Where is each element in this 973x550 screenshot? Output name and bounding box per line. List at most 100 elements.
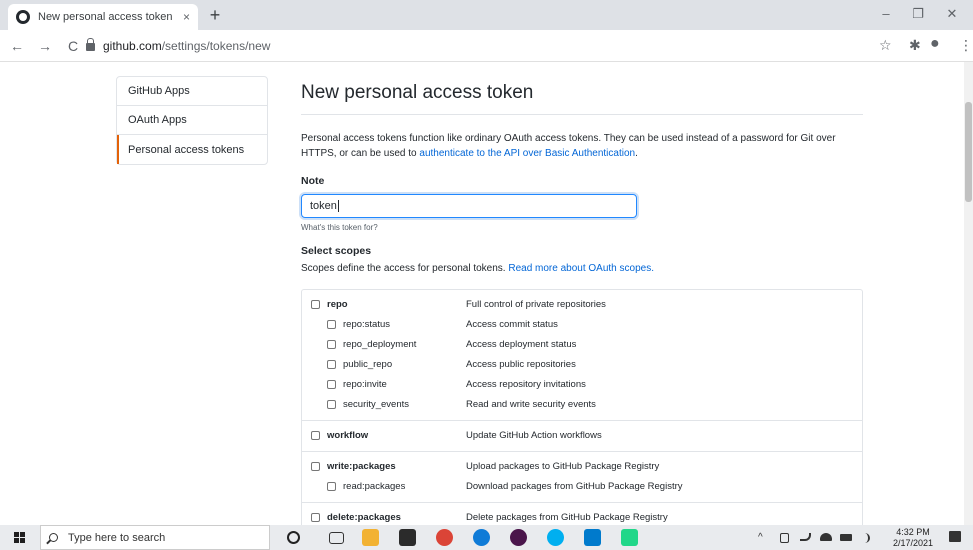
- scope-checkbox-read-packages[interactable]: [327, 482, 336, 491]
- reload-button[interactable]: C: [62, 38, 84, 54]
- edge-icon[interactable]: [473, 529, 490, 546]
- page-scrollbar[interactable]: [964, 62, 973, 525]
- back-button[interactable]: ←: [6, 38, 28, 54]
- close-window-button[interactable]: ✕: [942, 6, 962, 22]
- scope-row-repo-deployment: repo_deployment Access deployment status: [302, 336, 862, 356]
- scope-row-repo-invite: repo:invite Access repository invitation…: [302, 376, 862, 396]
- tray-pen-icon[interactable]: [800, 533, 811, 541]
- tab-close-icon[interactable]: ×: [183, 10, 190, 24]
- scope-name: write:packages: [327, 461, 396, 472]
- tray-device-icon[interactable]: [780, 533, 789, 543]
- scope-description: Access commit status: [466, 319, 558, 330]
- restore-button[interactable]: ❐: [908, 6, 928, 22]
- scope-name: read:packages: [343, 481, 406, 492]
- scope-name: workflow: [327, 430, 369, 441]
- note-label: Note: [301, 175, 325, 187]
- jetbrains-icon[interactable]: [399, 529, 416, 546]
- note-input[interactable]: token: [301, 194, 637, 218]
- scope-row-write-packages: write:packages Upload packages to GitHub…: [302, 458, 862, 478]
- scope-checkbox-repo-deployment[interactable]: [327, 340, 336, 349]
- scope-checkbox-repo[interactable]: [311, 300, 320, 309]
- taskbar-clock[interactable]: 4:32 PM 2/17/2021: [893, 527, 933, 549]
- bookmark-star-icon[interactable]: ☆: [879, 37, 892, 54]
- profile-icon[interactable]: ●: [930, 35, 940, 53]
- scope-checkbox-public-repo[interactable]: [327, 360, 336, 369]
- scope-group-repo: repo Full control of private repositorie…: [302, 290, 862, 421]
- cortana-icon[interactable]: [287, 531, 300, 544]
- taskbar-time: 4:32 PM: [896, 527, 930, 537]
- scope-row-workflow: workflow Update GitHub Action workflows: [302, 427, 862, 447]
- scope-name: repo: [327, 299, 348, 310]
- scope-checkbox-delete-packages[interactable]: [311, 513, 320, 522]
- page-title: New personal access token: [301, 82, 863, 115]
- scrollbar-thumb[interactable]: [965, 102, 972, 202]
- address-bar[interactable]: github.com/settings/tokens/new: [86, 33, 846, 58]
- scopes-list: repo Full control of private repositorie…: [301, 289, 863, 534]
- sidebar-item-personal-access-tokens[interactable]: Personal access tokens: [117, 135, 267, 164]
- windows-taskbar: Type here to search ^ 4:32 PM 2/17/2021: [0, 525, 973, 550]
- url-host: github.com: [103, 38, 162, 53]
- scopes-description: Scopes define the access for personal to…: [301, 263, 863, 274]
- scope-checkbox-repo-status[interactable]: [327, 320, 336, 329]
- scope-description: Read and write security events: [466, 399, 596, 410]
- scope-checkbox-security-events[interactable]: [327, 400, 336, 409]
- github-icon: [16, 10, 30, 24]
- basic-auth-link[interactable]: authenticate to the API over Basic Authe…: [419, 148, 635, 159]
- scope-description: Access public repositories: [466, 359, 576, 370]
- taskbar-search-input[interactable]: Type here to search: [40, 525, 270, 550]
- pycharm-icon[interactable]: [621, 529, 638, 546]
- scope-description: Download packages from GitHub Package Re…: [466, 481, 683, 492]
- scope-checkbox-workflow[interactable]: [311, 431, 320, 440]
- note-help-text: What's this token for?: [301, 223, 378, 232]
- task-view-icon[interactable]: [329, 532, 344, 544]
- scope-checkbox-repo-invite[interactable]: [327, 380, 336, 389]
- vscode-icon[interactable]: [584, 529, 601, 546]
- scope-row-repo-status: repo:status Access commit status: [302, 316, 862, 336]
- oauth-scopes-link[interactable]: Read more about OAuth scopes.: [508, 263, 654, 274]
- file-explorer-icon[interactable]: [362, 529, 379, 546]
- url-path: /settings/tokens/new: [161, 38, 271, 53]
- main-content: New personal access token Personal acces…: [301, 76, 863, 534]
- tray-chevron-icon[interactable]: ^: [758, 532, 763, 543]
- scope-description: Full control of private repositories: [466, 299, 606, 310]
- menu-icon[interactable]: ⋮: [959, 37, 973, 54]
- skype-icon[interactable]: [547, 529, 564, 546]
- scope-description: Upload packages to GitHub Package Regist…: [466, 461, 660, 472]
- new-tab-button[interactable]: +: [205, 5, 225, 26]
- scope-name: public_repo: [343, 359, 393, 370]
- chrome-icon[interactable]: [436, 529, 453, 546]
- scope-row-read-packages: read:packages Download packages from Git…: [302, 478, 862, 498]
- slack-icon[interactable]: [510, 529, 527, 546]
- notification-icon[interactable]: [949, 531, 961, 542]
- sidebar-item-oauth-apps[interactable]: OAuth Apps: [117, 106, 267, 135]
- text-caret: [337, 200, 339, 212]
- scope-description: Access deployment status: [466, 339, 577, 350]
- scope-description: Access repository invitations: [466, 379, 586, 390]
- scope-row-security-events: security_events Read and write security …: [302, 396, 862, 416]
- scope-name: repo:status: [343, 319, 390, 330]
- taskbar-search-placeholder: Type here to search: [68, 531, 166, 544]
- sidebar-item-github-apps[interactable]: GitHub Apps: [117, 77, 267, 106]
- scope-checkbox-write-packages[interactable]: [311, 462, 320, 471]
- scopes-description-text: Scopes define the access for personal to…: [301, 263, 509, 274]
- tab-title: New personal access token: [38, 11, 173, 23]
- taskbar-date: 2/17/2021: [893, 538, 934, 548]
- intro-text-end: .: [635, 148, 638, 159]
- scope-name: security_events: [343, 399, 410, 410]
- tray-volume-icon[interactable]: [860, 533, 870, 543]
- scope-description: Delete packages from GitHub Package Regi…: [466, 512, 668, 523]
- settings-sidebar: GitHub Apps OAuth Apps Personal access t…: [116, 76, 268, 165]
- scope-name: delete:packages: [327, 512, 401, 523]
- browser-tab[interactable]: New personal access token ×: [8, 4, 198, 30]
- tray-battery-icon[interactable]: [840, 534, 852, 541]
- tray-cloud-icon[interactable]: [820, 533, 832, 541]
- scope-name: repo:invite: [343, 379, 387, 390]
- forward-button[interactable]: →: [34, 38, 56, 54]
- extensions-icon[interactable]: ✱: [909, 37, 921, 54]
- scope-description: Update GitHub Action workflows: [466, 430, 602, 441]
- browser-tabstrip: New personal access token × + – ❐ ✕: [0, 0, 973, 30]
- scope-name: repo_deployment: [343, 339, 417, 350]
- minimize-button[interactable]: –: [876, 6, 896, 21]
- windows-start-icon[interactable]: [14, 532, 25, 543]
- note-input-value: token: [310, 200, 337, 212]
